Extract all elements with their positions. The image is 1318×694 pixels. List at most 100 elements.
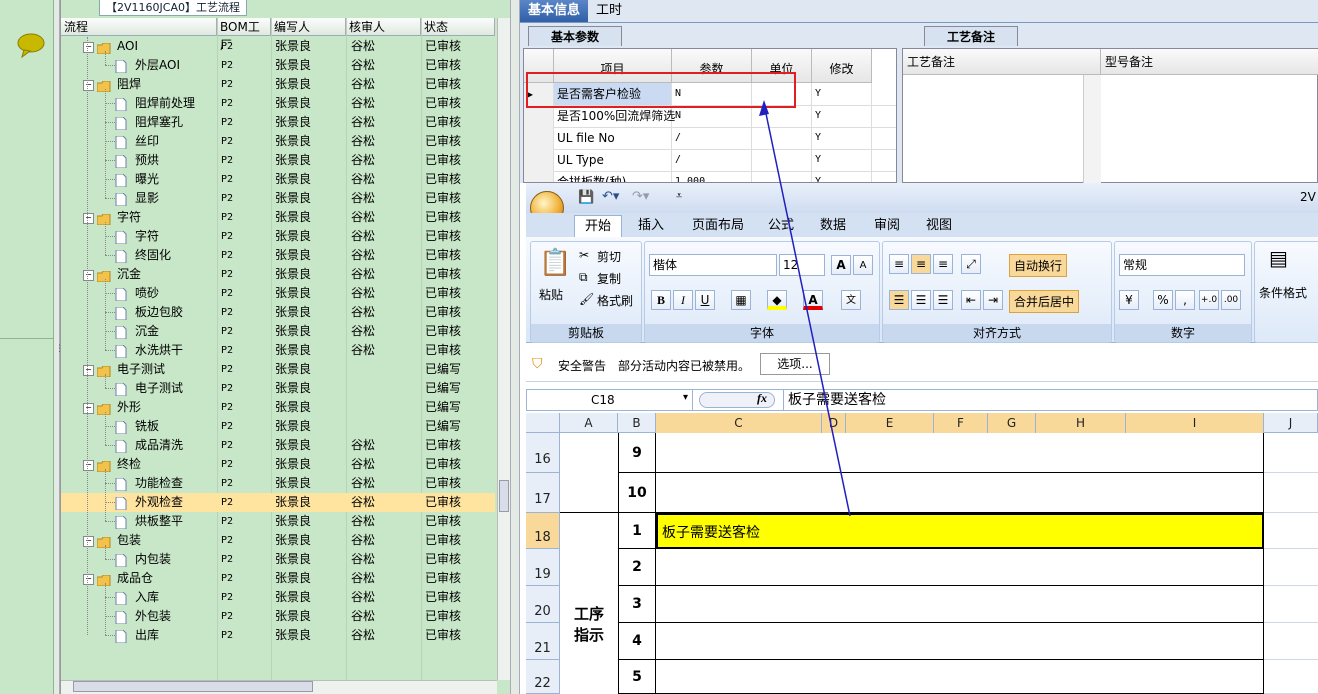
increase-indent-icon[interactable]: ⇥: [983, 290, 1003, 310]
sheet-cell-j[interactable]: [1264, 473, 1318, 513]
save-icon[interactable]: 💾: [578, 190, 594, 205]
col-header-bom[interactable]: BOM工厂: [217, 18, 271, 52]
ribbon-tab-formulas[interactable]: 公式: [758, 215, 804, 237]
conditional-format-button[interactable]: 条件格式: [1259, 284, 1307, 301]
collapse-toggle-icon[interactable]: −: [83, 270, 94, 281]
collapse-toggle-icon[interactable]: −: [83, 536, 94, 547]
underline-button[interactable]: U: [695, 290, 715, 310]
align-bottom-icon[interactable]: ≡: [933, 254, 953, 274]
italic-button[interactable]: I: [673, 290, 693, 310]
ribbon-tab-data[interactable]: 数据: [810, 215, 856, 237]
tab-basic-info[interactable]: 基本信息: [520, 0, 589, 22]
sheet-cell-j[interactable]: [1264, 586, 1318, 623]
tree-row[interactable]: 阻焊前处理 P2 张景良 谷松 已审核: [61, 94, 495, 113]
tree-row[interactable]: − 外形 P2 张景良 已编写: [61, 398, 495, 417]
tree-row[interactable]: 铣板 P2 张景良 已编写: [61, 417, 495, 436]
tree-row[interactable]: 阻焊塞孔 P2 张景良 谷松 已审核: [61, 113, 495, 132]
column-header-b[interactable]: B: [618, 413, 656, 433]
col-header-process-note[interactable]: 工艺备注: [903, 49, 1101, 75]
notes-scrollbar[interactable]: [1083, 75, 1101, 183]
params-row[interactable]: 是否100%回流焊筛选 N Y: [524, 105, 896, 128]
sheet-cell-j[interactable]: [1264, 513, 1318, 549]
number-format-select[interactable]: 常规: [1119, 254, 1245, 276]
row-header[interactable]: [524, 171, 554, 182]
sheet-cell-c[interactable]: [656, 549, 1264, 586]
security-options-button[interactable]: 选项...: [760, 353, 830, 375]
collapse-toggle-icon[interactable]: −: [83, 213, 94, 224]
wrap-text-button[interactable]: 自动换行: [1009, 254, 1068, 277]
param-value-cell[interactable]: /: [672, 127, 752, 149]
sheet-cell-j[interactable]: [1264, 623, 1318, 660]
row-header[interactable]: 18: [526, 513, 560, 549]
merge-center-button[interactable]: 合并后居中: [1009, 290, 1080, 313]
tree-row[interactable]: 内包装 P2 张景良 谷松 已审核: [61, 550, 495, 569]
customize-qat-icon[interactable]: ⩡: [676, 189, 682, 203]
sheet-cell-c[interactable]: [656, 660, 1264, 694]
tree-row[interactable]: 水洗烘干 P2 张景良 谷松 已审核: [61, 341, 495, 360]
tree-row[interactable]: − 包装 P2 张景良 谷松 已审核: [61, 531, 495, 550]
row-header[interactable]: [524, 127, 554, 149]
sheet-cell-j[interactable]: [1264, 433, 1318, 473]
ribbon-tab-layout[interactable]: 页面布局: [682, 215, 754, 237]
align-right-icon[interactable]: ☰: [933, 290, 953, 310]
params-row[interactable]: 合拼板数(种) 1.000 Y: [524, 171, 896, 182]
font-color-icon[interactable]: A: [803, 290, 823, 310]
sheet-cell-c[interactable]: [656, 586, 1264, 623]
tree-row[interactable]: 丝印 P2 张景良 谷松 已审核: [61, 132, 495, 151]
column-header-h[interactable]: H: [1036, 413, 1126, 433]
column-header-g[interactable]: G: [988, 413, 1036, 433]
row-header[interactable]: 21: [526, 623, 560, 660]
align-middle-icon[interactable]: ≡: [911, 254, 931, 274]
tree-row[interactable]: − 成品仓 P2 张景良 谷松 已审核: [61, 569, 495, 588]
paste-icon[interactable]: 📋: [539, 248, 571, 278]
name-box[interactable]: C18: [527, 390, 693, 410]
sheet-cell-c[interactable]: [656, 623, 1264, 660]
collapse-toggle-icon[interactable]: −: [83, 460, 94, 471]
tree-row[interactable]: − 电子测试 P2 张景良 已编写: [61, 360, 495, 379]
tree-row[interactable]: 喷砂 P2 张景良 谷松 已审核: [61, 284, 495, 303]
middle-splitter[interactable]: [510, 0, 520, 694]
insert-function-icon[interactable]: fx: [757, 391, 767, 406]
column-header-d[interactable]: D: [822, 413, 846, 433]
sheet-cell-b[interactable]: 9: [618, 433, 656, 473]
tab-work-hours[interactable]: 工时: [588, 0, 630, 22]
phonetic-icon[interactable]: 文: [841, 290, 861, 310]
sheet-cell-b[interactable]: 1: [618, 513, 656, 549]
row-header[interactable]: 19: [526, 549, 560, 586]
sheet-cell-j[interactable]: [1264, 549, 1318, 586]
tree-row[interactable]: 外层AOI P2 张景良 谷松 已审核: [61, 56, 495, 75]
ribbon-tab-home[interactable]: 开始: [574, 215, 623, 238]
font-name-select[interactable]: 楷体: [649, 254, 777, 276]
fill-color-icon[interactable]: ◆: [767, 290, 787, 310]
tree-row[interactable]: 曝光 P2 张景良 谷松 已审核: [61, 170, 495, 189]
tree-row[interactable]: 板边包胶 P2 张景良 谷松 已审核: [61, 303, 495, 322]
tree-row[interactable]: 出库 P2 张景良 谷松 已审核: [61, 626, 495, 645]
format-painter-button[interactable]: 格式刷: [597, 292, 633, 309]
tab-process-notes[interactable]: 工艺备注: [924, 26, 1018, 46]
orientation-icon[interactable]: ⤢: [961, 254, 981, 274]
tab-basic-params[interactable]: 基本参数: [528, 26, 622, 46]
tree-row[interactable]: − 沉金 P2 张景良 谷松 已审核: [61, 265, 495, 284]
sheet-cell-b[interactable]: 3: [618, 586, 656, 623]
col-header-writer[interactable]: 编写人: [271, 18, 346, 36]
tree-row[interactable]: 终固化 P2 张景良 谷松 已审核: [61, 246, 495, 265]
row-header[interactable]: [524, 105, 554, 127]
column-header-i[interactable]: I: [1126, 413, 1264, 433]
tree-row[interactable]: 电子测试 P2 张景良 已编写: [61, 379, 495, 398]
tree-row[interactable]: − 终检 P2 张景良 谷松 已审核: [61, 455, 495, 474]
font-size-select[interactable]: 12: [779, 254, 825, 276]
conditional-format-icon[interactable]: ▤: [1269, 246, 1288, 270]
ribbon-tab-review[interactable]: 审阅: [864, 215, 910, 237]
align-left-icon[interactable]: ☰: [889, 290, 909, 310]
selected-cell-c18[interactable]: 板子需要送客检: [656, 513, 1264, 549]
ribbon-tab-view[interactable]: 视图: [916, 215, 962, 237]
align-top-icon[interactable]: ≡: [889, 254, 909, 274]
row-header[interactable]: 17: [526, 473, 560, 513]
tree-vertical-scroll-thumb[interactable]: [499, 480, 509, 512]
tree-row[interactable]: 外观检查 P2 张景良 谷松 已审核: [61, 493, 495, 512]
format-painter-icon[interactable]: 🖌: [579, 292, 594, 306]
tree-row[interactable]: − 字符 P2 张景良 谷松 已审核: [61, 208, 495, 227]
ribbon-tab-insert[interactable]: 插入: [628, 215, 674, 237]
param-value-cell[interactable]: N: [672, 105, 752, 127]
param-value-cell[interactable]: 1.000: [672, 171, 752, 182]
